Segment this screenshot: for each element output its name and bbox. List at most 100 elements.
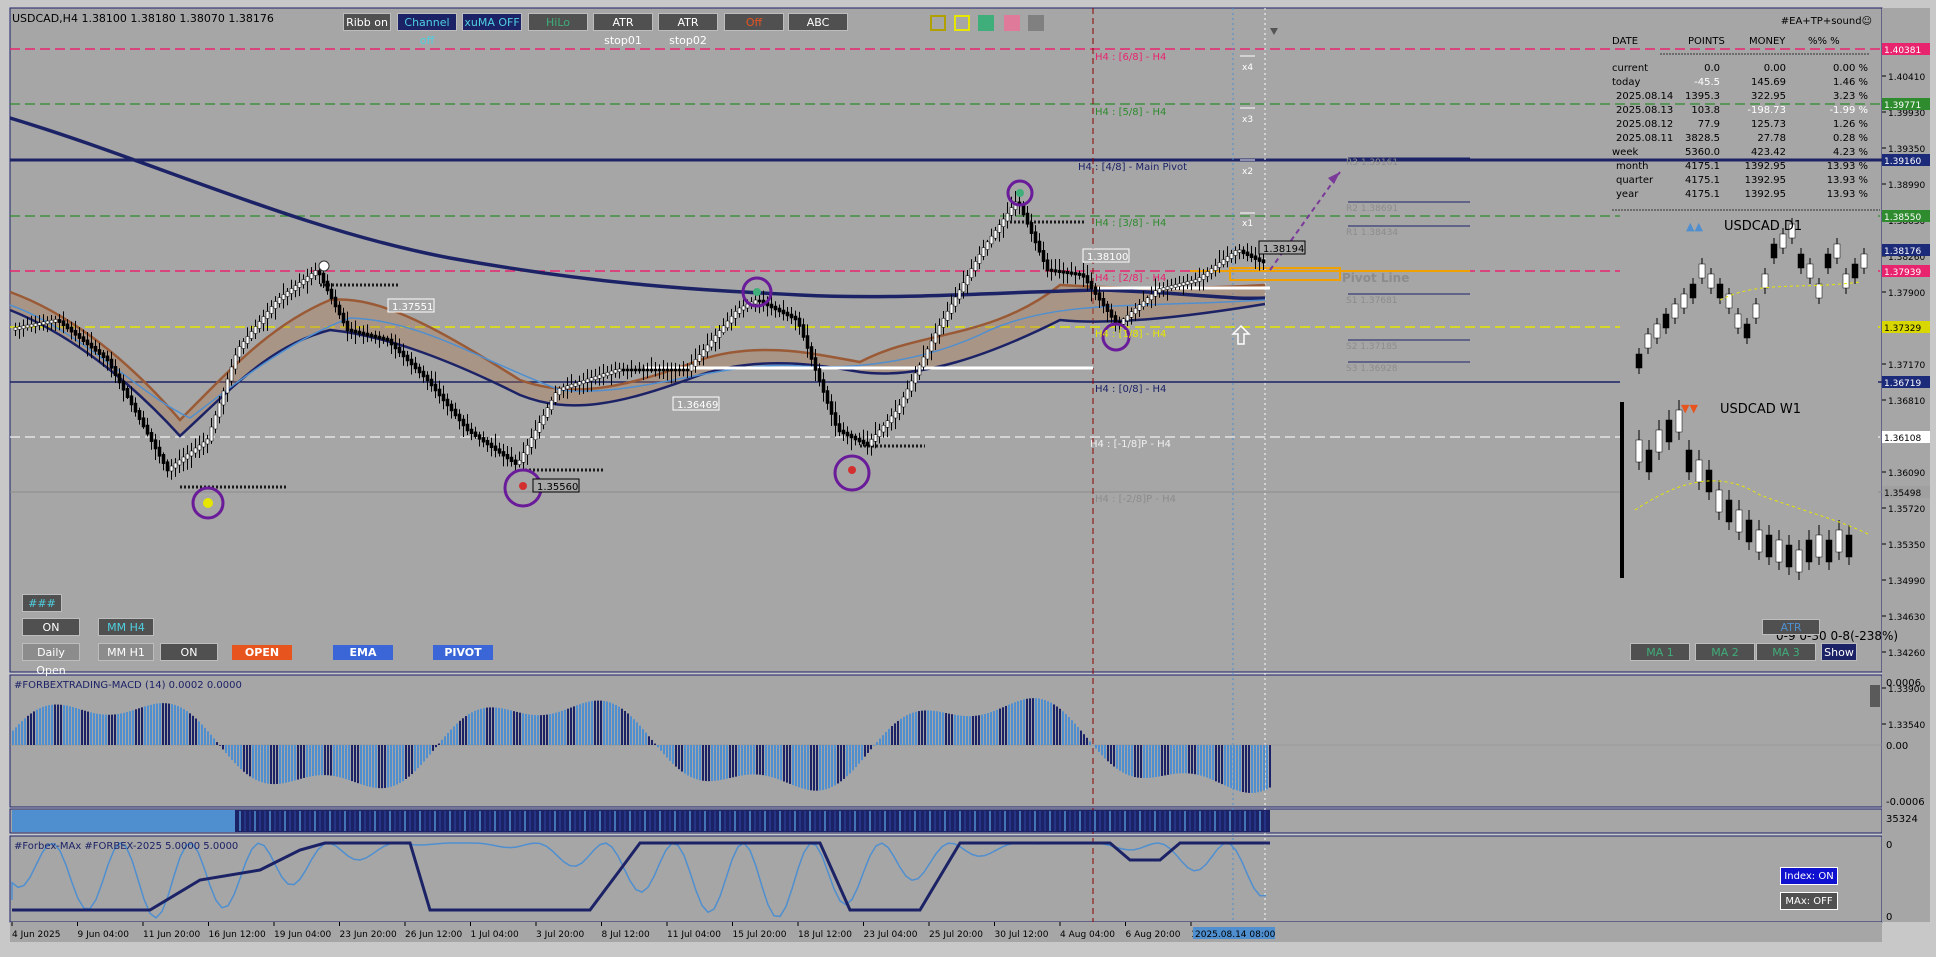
price-tick-label: 1.34630 — [1888, 613, 1925, 623]
macd-bar — [186, 711, 188, 745]
channel-toggle-button[interactable]: Channel off — [397, 13, 457, 31]
w1-candle — [1686, 450, 1692, 472]
candle-body — [670, 369, 673, 371]
ema-toggle[interactable]: EMA — [333, 645, 393, 660]
candle-body — [1202, 275, 1205, 280]
max-toggle-button[interactable]: MAx: OFF — [1780, 892, 1838, 910]
macd-bar — [198, 721, 200, 745]
color-swatch-5[interactable] — [1028, 15, 1044, 31]
time-tick-label: 18 Jul 12:00 — [798, 930, 852, 940]
candle-body — [1010, 208, 1013, 216]
open-toggle[interactable]: OPEN — [232, 645, 292, 660]
color-swatch-2[interactable] — [954, 15, 970, 31]
macd-bar — [1215, 745, 1217, 781]
ma2-button[interactable]: MA 2 — [1695, 643, 1755, 661]
macd-bar — [15, 727, 17, 745]
off-button[interactable]: Off — [724, 13, 784, 31]
macd-bar — [366, 745, 368, 786]
candle-body — [1234, 251, 1237, 256]
candle-body — [386, 338, 389, 341]
d1-candle — [1726, 294, 1732, 308]
candle-body — [870, 439, 873, 446]
ma3-button[interactable]: MA 3 — [1756, 643, 1816, 661]
color-swatch-3[interactable] — [978, 15, 994, 31]
candle-body — [950, 304, 953, 313]
ribbon-toggle-button[interactable]: Ribb on — [343, 13, 391, 31]
stats-row-pct: 13.93 % — [1827, 175, 1868, 186]
candle-body — [238, 347, 241, 358]
candle-body — [418, 367, 421, 373]
candle-body — [626, 369, 629, 371]
max-pane[interactable] — [10, 836, 1882, 922]
on-button-2[interactable]: ON — [160, 643, 218, 661]
macd-bar — [360, 745, 362, 784]
hash-button[interactable]: ### — [22, 594, 62, 612]
candle-body — [682, 369, 685, 371]
atr-stop02-button[interactable]: ATR stop02 — [658, 13, 718, 31]
macd-bar — [171, 704, 173, 745]
candle-body — [422, 371, 425, 377]
macd-bar — [1044, 700, 1046, 745]
macd-bar — [657, 745, 659, 747]
candle-body — [490, 443, 493, 448]
macd-bar — [117, 714, 119, 745]
macd-bar — [771, 745, 773, 777]
ma1-button[interactable]: MA 1 — [1630, 643, 1690, 661]
mm-on-button[interactable]: ON — [22, 618, 80, 636]
color-swatch-4[interactable] — [1004, 15, 1020, 31]
candle-body — [350, 329, 353, 332]
stats-row-date: 2025.08.14 — [1616, 91, 1673, 102]
hilo-toggle-button[interactable]: HiLo — [528, 13, 588, 31]
macd-bar — [18, 724, 20, 745]
candle-body — [538, 423, 541, 433]
candle-body — [874, 435, 877, 442]
macd-bar — [1116, 745, 1118, 769]
mm-h1-button[interactable]: MM H1 — [98, 643, 154, 661]
macd-bar — [966, 716, 968, 745]
stats-row-points: 5360.0 — [1685, 147, 1720, 158]
macd-bar — [132, 710, 134, 745]
macd-bar — [531, 715, 533, 745]
macd-bar — [954, 715, 956, 745]
macd-bar — [1137, 745, 1139, 778]
macd-bar — [1095, 745, 1097, 749]
daily-open-button[interactable]: Daily Open — [22, 643, 80, 661]
stats-row-date: 2025.08.13 — [1616, 105, 1673, 116]
d1-candle — [1699, 264, 1705, 278]
pivot-toggle[interactable]: PIVOT — [433, 645, 493, 660]
candle-body — [982, 248, 985, 257]
macd-bar — [426, 745, 428, 758]
candle-body — [802, 325, 805, 338]
index-toggle-button[interactable]: Index: ON — [1780, 867, 1838, 885]
macd-bar — [552, 713, 554, 745]
d1-candle — [1636, 354, 1642, 368]
macd-bar — [774, 745, 776, 778]
abc-button[interactable]: ABC — [788, 13, 848, 31]
macd-bar — [354, 745, 356, 782]
xuma-toggle-button[interactable]: xuMA OFF — [462, 13, 522, 31]
macd-bar — [834, 745, 836, 785]
candle-body — [1254, 256, 1257, 260]
macd-bar — [852, 745, 854, 770]
macd-bar — [1152, 745, 1154, 777]
macd-bar — [234, 745, 236, 763]
candle-body — [362, 332, 365, 335]
macd-scroll-thumb[interactable] — [1870, 685, 1880, 707]
macd-bar — [744, 745, 746, 775]
candle-body — [50, 320, 53, 323]
show-button[interactable]: Show — [1821, 643, 1857, 661]
w1-title: USDCAD W1 — [1720, 402, 1801, 417]
color-swatch-1[interactable] — [930, 15, 946, 31]
atr-stop01-button[interactable]: ATR stop01 — [593, 13, 653, 31]
macd-bar — [339, 745, 341, 777]
macd-bar — [639, 726, 641, 745]
macd-bar — [90, 712, 92, 745]
candle-body — [482, 437, 485, 442]
candle-body — [886, 421, 889, 428]
mm-h4-button[interactable]: MM H4 — [98, 618, 154, 636]
macd-bar — [1038, 699, 1040, 745]
atr-button[interactable]: ATR — [1762, 619, 1820, 635]
candle-body — [1230, 254, 1233, 259]
macd-bar — [510, 710, 512, 745]
macd-bar — [279, 745, 281, 784]
